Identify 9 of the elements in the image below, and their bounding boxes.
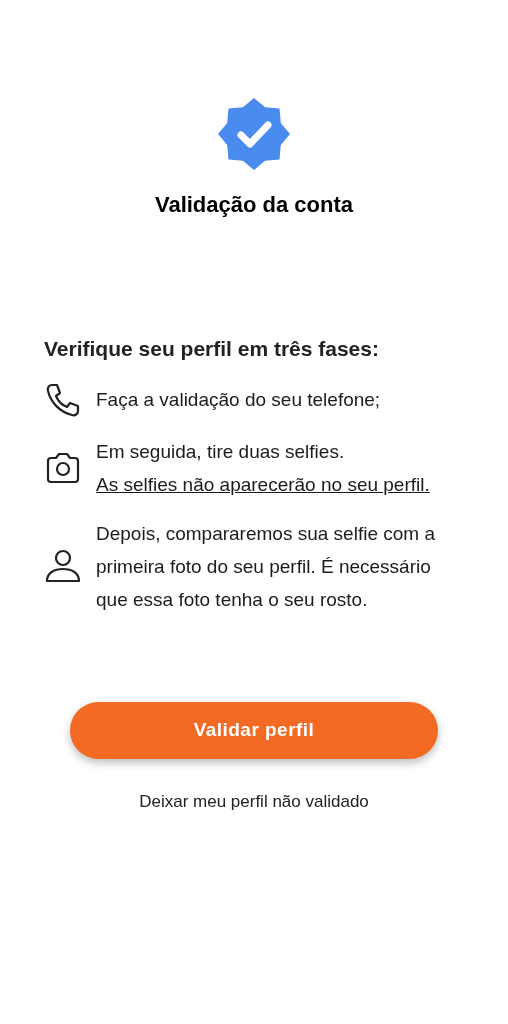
person-icon — [44, 547, 82, 585]
step-note: As selfies não aparecerão no seu perfil. — [96, 472, 431, 497]
step-text: Faça a validação do seu telefone; — [96, 388, 382, 412]
step-text: Em seguida, tire duas selfies. — [96, 439, 346, 464]
section-heading: Verifique seu perfil em três fases: — [44, 336, 380, 362]
skip-validation-link[interactable]: Deixar meu perfil não validado — [139, 788, 369, 814]
step-text: Depois, compararemos sua selfie com a primeira foto do seu perfil. É necessário que essa foto tenha o seu rosto. — [96, 521, 436, 612]
verified-badge-icon — [218, 98, 290, 170]
page-title: Validação da conta — [154, 191, 354, 219]
